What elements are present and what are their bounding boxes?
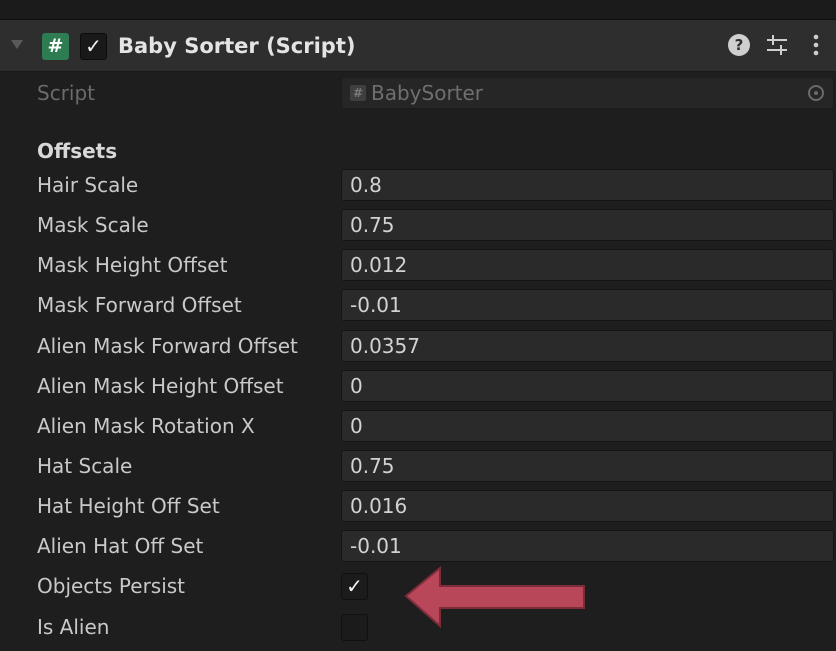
field-row-hair-scale: Hair Scale 0.8 — [0, 165, 836, 205]
field-label: Hair Scale — [37, 173, 139, 197]
script-label: Script — [37, 81, 96, 105]
sliders-icon[interactable] — [765, 31, 789, 59]
field-label: Mask Forward Offset — [37, 293, 242, 317]
field-row-alien-mask-forward-offset: Alien Mask Forward Offset 0.0357 — [0, 326, 836, 366]
inspector-panel: # ✓ Baby Sorter (Script) ? Script # BabyS… — [0, 0, 836, 651]
field-row-alien-mask-rotation-x: Alien Mask Rotation X 0 — [0, 406, 836, 446]
csharp-script-icon: # — [42, 33, 69, 60]
annotation-arrow-icon — [404, 566, 585, 629]
field-row-mask-forward-offset: Mask Forward Offset -0.01 — [0, 285, 836, 325]
field-row-alien-mask-height-offset: Alien Mask Height Offset 0 — [0, 366, 836, 406]
field-label: Alien Mask Height Offset — [37, 374, 284, 398]
component-header[interactable]: # ✓ Baby Sorter (Script) ? — [0, 20, 836, 72]
toggle-label: Objects Persist — [37, 574, 186, 598]
hat-scale-input[interactable]: 0.75 — [341, 450, 834, 482]
field-label: Alien Hat Off Set — [37, 534, 204, 558]
script-field: # BabySorter — [341, 77, 834, 109]
hat-height-off-set-input[interactable]: 0.016 — [341, 490, 834, 522]
is-alien-checkbox[interactable] — [341, 614, 368, 641]
field-label: Alien Mask Rotation X — [37, 414, 255, 438]
mask-forward-offset-input[interactable]: -0.01 — [341, 289, 834, 321]
field-row-hat-height-off-set: Hat Height Off Set 0.016 — [0, 486, 836, 526]
script-row: Script # BabySorter — [0, 73, 836, 113]
component-enabled-checkbox[interactable]: ✓ — [80, 33, 107, 60]
script-value: BabySorter — [371, 81, 484, 105]
csharp-script-icon: # — [350, 84, 366, 101]
field-row-mask-height-offset: Mask Height Offset 0.012 — [0, 245, 836, 285]
objects-persist-checkbox[interactable]: ✓ — [341, 573, 368, 600]
toggle-label: Is Alien — [37, 615, 110, 639]
field-label: Hat Scale — [37, 454, 133, 478]
field-label: Mask Height Offset — [37, 253, 228, 277]
help-icon[interactable]: ? — [728, 34, 750, 56]
component-title[interactable]: Baby Sorter (Script) — [118, 31, 355, 61]
field-label: Hat Height Off Set — [37, 494, 220, 518]
foldout-arrow-icon[interactable] — [11, 40, 23, 49]
field-label: Alien Mask Forward Offset — [37, 334, 298, 358]
field-row-mask-scale: Mask Scale 0.75 — [0, 205, 836, 245]
inspector-top-bar — [0, 0, 836, 20]
mask-scale-input[interactable]: 0.75 — [341, 209, 834, 241]
hair-scale-input[interactable]: 0.8 — [341, 169, 834, 201]
field-label: Mask Scale — [37, 213, 149, 237]
alien-hat-off-set-input[interactable]: -0.01 — [341, 530, 834, 562]
kebab-menu-icon[interactable] — [808, 31, 824, 59]
mask-height-offset-input[interactable]: 0.012 — [341, 249, 834, 281]
field-row-hat-scale: Hat Scale 0.75 — [0, 446, 836, 486]
alien-mask-rotation-x-input[interactable]: 0 — [341, 410, 834, 442]
alien-mask-forward-offset-input[interactable]: 0.0357 — [341, 330, 834, 362]
field-row-alien-hat-off-set: Alien Hat Off Set -0.01 — [0, 526, 836, 566]
object-picker-icon — [808, 85, 824, 101]
alien-mask-height-offset-input[interactable]: 0 — [341, 370, 834, 402]
